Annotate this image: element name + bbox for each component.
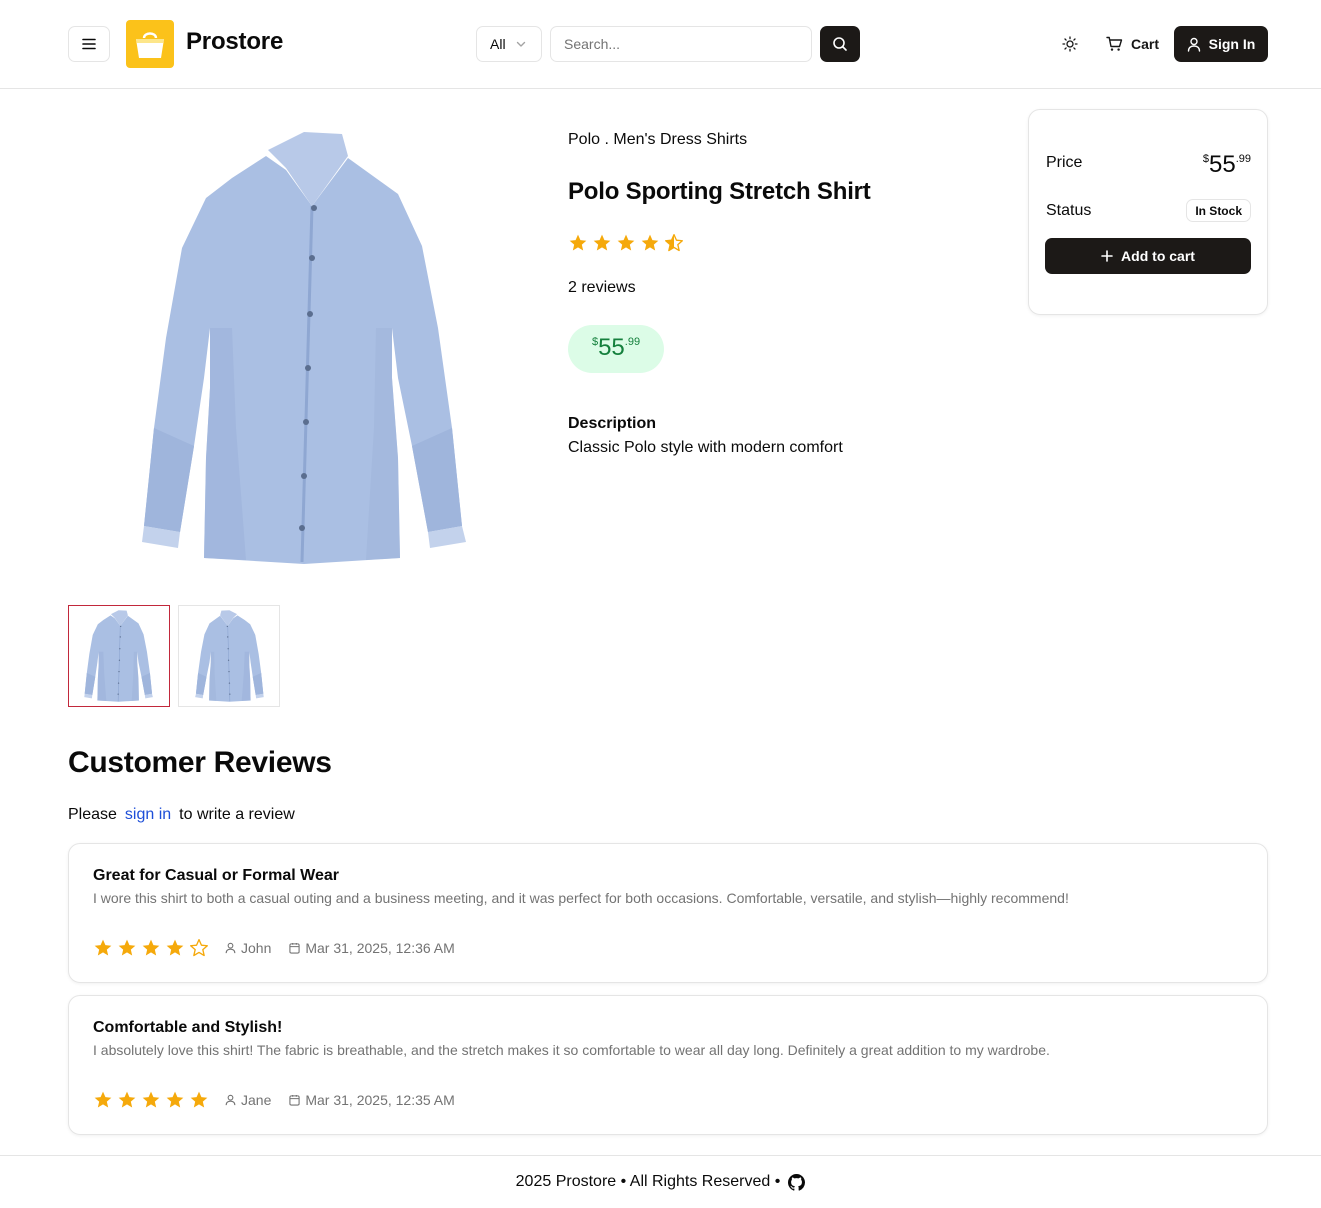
review-title: Great for Casual or Formal Wear	[93, 867, 339, 884]
search-input[interactable]	[550, 26, 812, 62]
sign-in-link[interactable]: sign in	[125, 806, 171, 824]
review-card: Great for Casual or Formal Wear I wore t…	[68, 843, 1268, 983]
review-date: Mar 31, 2025, 12:35 AM	[289, 1092, 455, 1108]
calendar-icon	[289, 942, 300, 954]
footer-text: 2025 Prostore • All Rights Reserved •	[515, 1173, 781, 1190]
price-label: Price	[1046, 154, 1083, 171]
user-icon	[1187, 37, 1200, 52]
calendar-icon	[289, 1094, 300, 1106]
category-select[interactable]: All	[476, 26, 542, 62]
star-half-icon	[664, 233, 684, 253]
review-meta: Jane Mar 31, 2025, 12:35 AM	[93, 1090, 473, 1110]
purchase-card: Price $ 55 .99 Status In Stock Add to ca…	[1028, 109, 1268, 315]
card-price-cents: .99	[1235, 153, 1251, 165]
star-icon	[568, 233, 588, 253]
theme-toggle-button[interactable]	[1052, 26, 1088, 62]
product-rating	[568, 233, 684, 253]
star-empty-icon	[189, 938, 209, 958]
cart-label: Cart	[1131, 36, 1160, 52]
cart-button[interactable]: Cart	[1098, 26, 1167, 62]
chevron-down-icon	[516, 41, 526, 47]
menu-icon	[82, 38, 96, 50]
review-card: Comfortable and Stylish! I absolutely lo…	[68, 995, 1268, 1135]
card-price: $ 55 .99	[1203, 152, 1251, 178]
review-signin-prompt: Please sign in to write a review	[68, 806, 295, 824]
star-icon	[640, 233, 660, 253]
star-icon	[117, 1090, 137, 1110]
shopping-bag-logo[interactable]	[126, 20, 174, 68]
review-author-name: John	[241, 940, 272, 956]
github-icon[interactable]	[788, 1173, 806, 1191]
review-rating	[93, 1090, 209, 1110]
card-price-whole: 55	[1209, 151, 1236, 178]
reviews-count: 2 reviews	[568, 279, 636, 296]
product-brand-category: Polo . Men's Dress Shirts	[568, 131, 748, 148]
search-button[interactable]	[820, 26, 860, 62]
review-body: I absolutely love this shirt! The fabric…	[93, 1042, 1050, 1058]
menu-button[interactable]	[68, 26, 110, 62]
search-icon	[833, 37, 847, 51]
price-cents: .99	[624, 336, 641, 348]
star-icon	[93, 1090, 113, 1110]
reviews-heading: Customer Reviews	[68, 746, 332, 779]
star-icon	[165, 938, 185, 958]
sign-in-button[interactable]: Sign In	[1174, 26, 1268, 62]
review-meta: John Mar 31, 2025, 12:36 AM	[93, 938, 473, 958]
add-to-cart-label: Add to cart	[1121, 248, 1195, 264]
user-icon	[225, 1094, 236, 1106]
star-icon	[616, 233, 636, 253]
review-date: Mar 31, 2025, 12:36 AM	[289, 940, 455, 956]
star-icon	[592, 233, 612, 253]
price-whole: 55	[598, 334, 625, 361]
status-badge: In Stock	[1186, 199, 1251, 222]
product-thumbnail-back[interactable]	[178, 605, 280, 707]
product-thumbnail-front[interactable]	[68, 605, 170, 707]
plus-icon	[1101, 250, 1113, 262]
review-rating	[93, 938, 209, 958]
description-text: Classic Polo style with modern comfort	[568, 439, 843, 456]
review-date-text: Mar 31, 2025, 12:36 AM	[305, 940, 455, 956]
cart-icon	[1106, 36, 1123, 51]
sun-icon	[1062, 36, 1078, 52]
product-price-badge: $ 55 .99	[568, 325, 664, 373]
star-icon	[141, 938, 161, 958]
review-author: Jane	[225, 1092, 271, 1108]
site-header: Prostore All Cart Sign In	[0, 0, 1321, 89]
star-icon	[117, 938, 137, 958]
prompt-text-before: Please	[68, 806, 117, 823]
sign-in-label: Sign In	[1208, 36, 1256, 52]
product-main-image	[68, 110, 528, 580]
star-icon	[141, 1090, 161, 1110]
review-title: Comfortable and Stylish!	[93, 1019, 283, 1036]
category-select-value: All	[490, 36, 506, 52]
prompt-text-after: to write a review	[179, 806, 295, 823]
review-author-name: Jane	[241, 1092, 272, 1108]
product-title: Polo Sporting Stretch Shirt	[568, 178, 871, 205]
star-icon	[165, 1090, 185, 1110]
review-date-text: Mar 31, 2025, 12:35 AM	[305, 1092, 455, 1108]
user-icon	[225, 942, 236, 954]
site-footer: 2025 Prostore • All Rights Reserved •	[0, 1155, 1321, 1208]
description-heading: Description	[568, 415, 657, 432]
add-to-cart-button[interactable]: Add to cart	[1045, 238, 1251, 274]
review-body: I wore this shirt to both a casual outin…	[93, 890, 1069, 906]
star-icon	[189, 1090, 209, 1110]
brand-name[interactable]: Prostore	[186, 28, 283, 56]
star-icon	[93, 938, 113, 958]
status-label: Status	[1046, 202, 1092, 219]
review-author: John	[225, 940, 271, 956]
